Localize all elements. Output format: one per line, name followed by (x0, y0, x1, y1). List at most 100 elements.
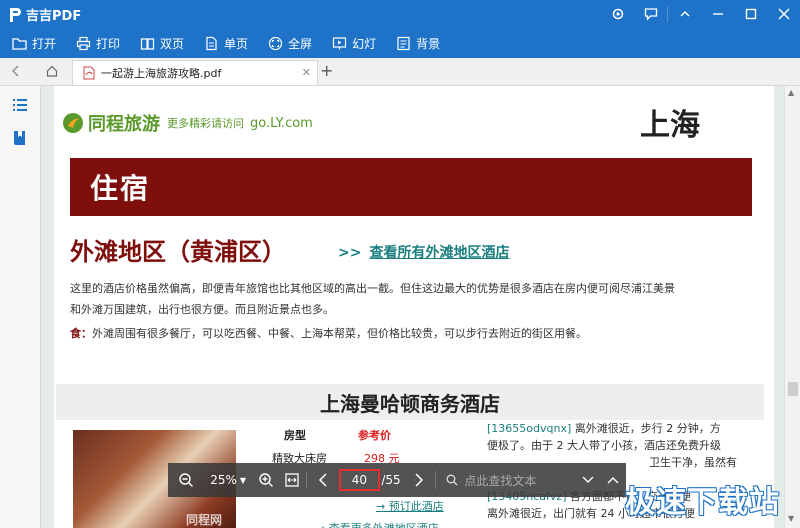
city-heading: 上海 (640, 108, 700, 143)
chevron-left-icon (318, 473, 327, 487)
app-title: 吉吉PDF (26, 9, 82, 24)
fullscreen-button[interactable]: 全屏 (268, 35, 312, 52)
scroll-down-icon[interactable]: ▼ (788, 514, 794, 523)
single-page-icon (206, 36, 217, 50)
fit-width-icon (285, 473, 299, 487)
intro-paragraph: 这里的酒店价格虽然偏高，即便青年旅馆也比其他区域的高出一截。但住这边最大的优势是… (70, 278, 756, 320)
total-pages: /55 (381, 473, 401, 487)
minimize-icon[interactable] (701, 0, 734, 28)
separator (435, 471, 437, 489)
search-placeholder: 点此查找文本 (464, 473, 537, 488)
scroll-thumb[interactable] (788, 382, 798, 396)
search-next-button[interactable] (600, 475, 626, 485)
settings-icon[interactable] (601, 0, 634, 28)
zoom-dropdown-icon: ▼ (239, 475, 247, 485)
pdf-file-icon (83, 66, 95, 80)
zoom-out-button[interactable] (168, 472, 204, 488)
zoom-in-icon (258, 473, 273, 487)
price-header: 参考价 (358, 429, 391, 442)
zoom-value: 25% (210, 473, 237, 487)
district-link[interactable]: >> 查看所有外滩地区酒店 (338, 242, 509, 262)
slideshow-label: 幻灯 (352, 36, 377, 51)
collapse-icon[interactable] (668, 0, 701, 28)
background-label: 背景 (416, 36, 441, 51)
book-hotel-link[interactable]: → 预订此酒店 (376, 498, 444, 514)
section-banner: 住宿 (70, 158, 752, 216)
food-label: 食： (70, 327, 92, 340)
background-icon (397, 36, 410, 50)
tab-close-icon[interactable]: ✕ (302, 66, 311, 79)
search-options-button[interactable] (575, 475, 601, 485)
food-text: 外滩周围有很多餐厅，可以吃西餐、中餐、上海本帮菜，但价格比较贵，可以步行去附近的… (92, 327, 587, 340)
review-1-id: [13655odvqnx] (487, 422, 572, 435)
fullscreen-icon (268, 36, 283, 50)
room-type-header: 房型 (284, 429, 306, 442)
double-page-button[interactable]: 双页 (140, 35, 184, 52)
brand-url: go.LY.com (250, 115, 313, 131)
double-page-label: 双页 (160, 36, 185, 51)
brand-logo-icon (63, 113, 83, 133)
page-navigation-bar: 25% ▼ 40 /55 点此查找文本 (168, 463, 626, 497)
close-icon[interactable] (767, 0, 800, 28)
site-watermark: 极速下载站 (625, 485, 780, 520)
review-1-line-2: 便极了。由于 2 大人带了小孩，酒店还免费升级 (487, 439, 721, 452)
photo-watermark: 同程网 (185, 513, 222, 527)
document-viewer[interactable]: 同程旅游 更多精彩请访问 go.LY.com 上海 住宿 外滩地区（黄浦区） >… (41, 86, 784, 528)
intro-line-2: 和外滩万国建筑，出行也很方便。而且附近景点也多。 (70, 303, 334, 316)
printer-icon (76, 36, 91, 50)
review-1-line-1: [13655odvqnx] 离外滩很近，步行 2 分钟，方 (487, 420, 752, 437)
single-page-button[interactable]: 单页 (204, 35, 248, 52)
document-tab[interactable]: 一起游上海旅游攻略.pdf ✕ (72, 60, 318, 85)
background-button[interactable]: 背景 (396, 35, 440, 52)
next-page-button[interactable] (402, 472, 436, 488)
new-tab-icon[interactable]: + (320, 61, 333, 80)
tab-label: 一起游上海旅游攻略.pdf (101, 67, 222, 80)
title-bar: 吉吉PDF (0, 0, 800, 28)
fullscreen-label: 全屏 (288, 36, 313, 51)
brand-header: 同程旅游 更多精彩请访问 go.LY.com (62, 110, 313, 136)
previous-page-button[interactable] (307, 472, 339, 488)
double-page-icon (140, 37, 155, 50)
main-toolbar: 打开 打印 双页 单页 全屏 幻灯 背景 (0, 28, 800, 58)
district-link-text[interactable]: 查看所有外滩地区酒店 (369, 245, 509, 261)
slideshow-icon (332, 36, 347, 49)
chevron-right-icon (415, 473, 423, 487)
district-title: 外滩地区（黄浦区） (70, 238, 286, 266)
zoom-out-icon (179, 473, 193, 487)
outline-list-icon[interactable] (11, 96, 29, 114)
window-controls (601, 0, 800, 28)
chevron-up-icon (607, 477, 619, 484)
sidebar (0, 86, 41, 528)
feedback-icon[interactable] (634, 0, 667, 28)
search-icon (446, 474, 458, 486)
open-button[interactable]: 打开 (12, 35, 56, 52)
slideshow-button[interactable]: 幻灯 (332, 35, 376, 52)
hotel-title: 上海曼哈顿商务酒店 (56, 384, 764, 420)
print-label: 打印 (96, 36, 121, 51)
maximize-icon[interactable] (734, 0, 767, 28)
fit-page-button[interactable] (278, 472, 306, 488)
home-icon[interactable] (42, 62, 62, 80)
bookmark-icon[interactable] (11, 129, 29, 147)
review-1-text-a: 离外滩很近，步行 2 分钟，方 (571, 422, 721, 435)
vertical-scrollbar[interactable]: ▲ ▼ (784, 86, 800, 528)
tab-bar: 一起游上海旅游攻略.pdf ✕ + (0, 58, 800, 86)
app-logo: 吉吉PDF (8, 5, 81, 24)
folder-icon (12, 37, 27, 50)
page-number-input[interactable]: 40 (338, 469, 381, 491)
tabs-back-icon[interactable] (6, 62, 26, 80)
pdf-page: 同程旅游 更多精彩请访问 go.LY.com 上海 住宿 外滩地区（黄浦区） >… (54, 86, 774, 528)
chevron-down-icon (582, 476, 594, 483)
zoom-select[interactable]: 25% ▼ (204, 473, 253, 487)
link-arrow: >> (338, 245, 362, 261)
single-page-label: 单页 (224, 36, 249, 51)
more-hotels-link[interactable]: → 查看更多外滩地区酒店 (316, 520, 439, 528)
intro-line-1: 这里的酒店价格虽然偏高，即便青年旅馆也比其他区域的高出一截。但住这边最大的优势是… (70, 282, 675, 295)
search-input[interactable]: 点此查找文本 (442, 470, 564, 490)
print-button[interactable]: 打印 (76, 35, 120, 52)
food-paragraph: 食：外滩周围有很多餐厅，可以吃西餐、中餐、上海本帮菜，但价格比较贵，可以步行去附… (70, 323, 756, 344)
zoom-in-button[interactable] (253, 472, 279, 488)
scroll-up-icon[interactable]: ▲ (788, 88, 794, 97)
brand-subtitle: 更多精彩请访问 (167, 117, 244, 130)
brand-name: 同程旅游 (88, 114, 160, 135)
